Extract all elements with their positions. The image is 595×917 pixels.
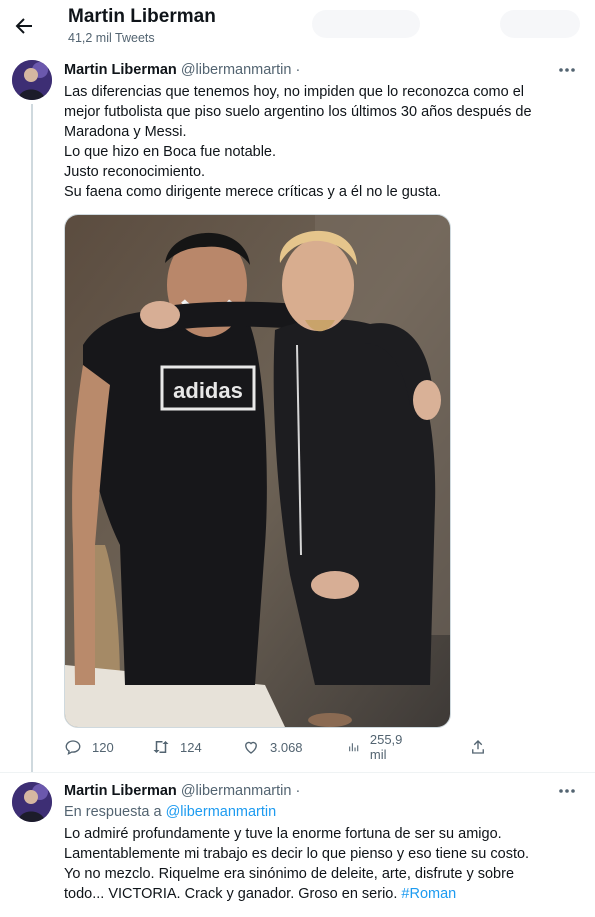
avatar[interactable] xyxy=(12,782,52,822)
reply-context: En respuesta a @libermanmartin xyxy=(64,804,276,820)
profile-header: Martin Liberman 41,2 mil Tweets xyxy=(0,0,595,54)
retweet-icon xyxy=(153,741,169,753)
like-count: 3.068 xyxy=(270,739,303,755)
like-icon xyxy=(245,741,257,754)
reply-author-row: Martin Liberman @libermanmartin · xyxy=(64,783,300,799)
reply-body: Lo admiré profundamente y tuve la enorme… xyxy=(64,826,530,902)
hashtag-link[interactable]: #Roman xyxy=(401,886,456,902)
views-button[interactable]: 255,9 mil xyxy=(347,732,408,762)
header-name: Martin Liberman xyxy=(68,6,216,27)
blurred-background-element xyxy=(312,10,420,38)
divider xyxy=(0,772,595,773)
author-handle[interactable]: @libermanmartin · xyxy=(181,62,300,78)
blurred-background-element xyxy=(500,10,580,38)
more-icon[interactable] xyxy=(557,784,577,798)
like-button[interactable]: 3.068 xyxy=(242,737,303,757)
share-button[interactable] xyxy=(469,737,497,757)
tweet-author-row: Martin Liberman @libermanmartin · xyxy=(64,62,300,78)
back-arrow-icon[interactable] xyxy=(12,14,36,38)
share-icon xyxy=(472,740,484,754)
shirt-logo: adidas xyxy=(173,378,243,403)
tweet-text: Las diferencias que tenemos hoy, no impi… xyxy=(64,84,532,200)
author-handle[interactable]: @libermanmartin · xyxy=(181,783,300,799)
tweet-photo[interactable]: adidas xyxy=(64,214,451,728)
reply-count: 120 xyxy=(92,739,114,755)
reply-handle-link[interactable]: @libermanmartin xyxy=(166,804,277,820)
reply-text: Lo admiré profundamente y tuve la enorme… xyxy=(64,824,584,904)
more-icon[interactable] xyxy=(557,63,577,77)
header-tweet-count: 41,2 mil Tweets xyxy=(68,31,155,45)
retweet-button[interactable]: 124 xyxy=(152,737,202,757)
views-icon xyxy=(349,743,359,752)
reply-icon xyxy=(65,740,81,756)
reply-prefix: En respuesta a xyxy=(64,804,166,820)
reply-button[interactable]: 120 xyxy=(64,737,114,757)
thread-line xyxy=(31,104,33,772)
views-count: 255,9 mil xyxy=(369,732,403,762)
retweet-count: 124 xyxy=(180,739,202,755)
avatar[interactable] xyxy=(12,60,52,100)
author-name[interactable]: Martin Liberman xyxy=(64,783,177,799)
author-name[interactable]: Martin Liberman xyxy=(64,62,177,78)
